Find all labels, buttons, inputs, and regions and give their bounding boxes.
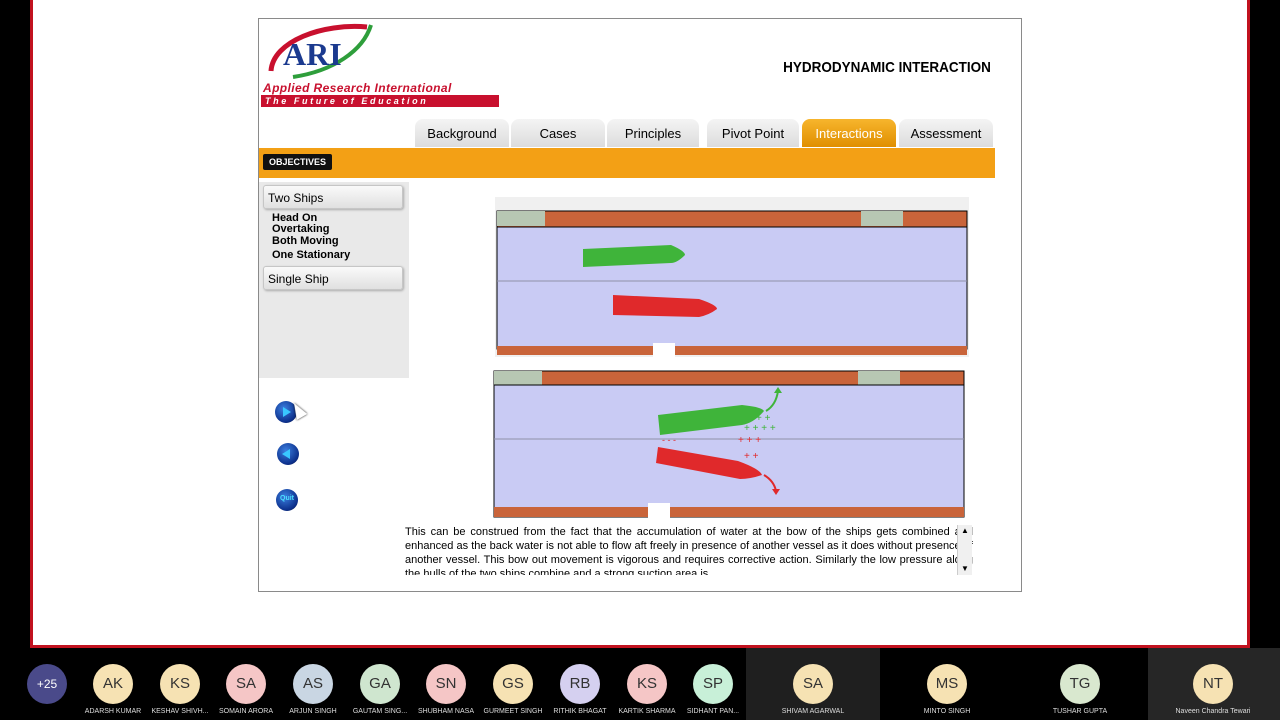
- participant-name: SHUBHAM NASA: [417, 708, 474, 715]
- logo-text: ARI: [283, 36, 342, 72]
- quit-label: Quit: [280, 495, 294, 502]
- participant-name: KESHAV SHIVH...: [151, 708, 209, 715]
- participant-avatar-large[interactable]: MS: [927, 664, 967, 704]
- participant-name: RITHIK BHAGAT: [553, 708, 607, 715]
- ari-logo-icon: ARI: [268, 23, 373, 79]
- tab-cases[interactable]: Cases: [511, 119, 605, 147]
- description-text: This can be construed from the fact that…: [405, 526, 973, 575]
- back-button[interactable]: [277, 443, 299, 465]
- scroll-down-icon[interactable]: ▼: [958, 563, 972, 575]
- logo-tagline: The Future of Education: [261, 95, 499, 107]
- tab-principles[interactable]: Principles: [607, 119, 699, 147]
- svg-text:+ + +: + + +: [738, 435, 761, 446]
- logo-subtitle: Applied Research International: [263, 81, 452, 95]
- scroll-up-icon[interactable]: ▲: [958, 525, 972, 537]
- participant-avatar[interactable]: KS: [160, 664, 200, 704]
- simulation-panel-top: [495, 197, 969, 357]
- participant-name: GURMEET SINGH: [483, 708, 543, 715]
- quit-button[interactable]: Quit: [276, 489, 298, 511]
- participant-name: KARTIK SHARMA: [618, 708, 676, 715]
- objectives-button[interactable]: OBJECTIVES: [263, 154, 333, 170]
- sidebar-item-single-ship[interactable]: Single Ship: [263, 266, 403, 290]
- participant-avatar[interactable]: SA: [226, 664, 266, 704]
- ari-application-window: ARI Applied Research International The F…: [258, 18, 1022, 592]
- participant-avatar-large[interactable]: TG: [1060, 664, 1100, 704]
- back-icon: [282, 449, 290, 459]
- svg-text:+ + + +: + + + +: [744, 423, 776, 434]
- tab-interactions[interactable]: Interactions: [802, 119, 896, 147]
- more-participants-badge[interactable]: +25: [27, 664, 67, 704]
- participant-name: ARJUN SINGH: [289, 708, 337, 715]
- sidebar-subitem-overtaking[interactable]: Overtaking: [272, 223, 329, 235]
- participant-avatar[interactable]: SP: [693, 664, 733, 704]
- participant-avatar[interactable]: GA: [360, 664, 400, 704]
- participant-avatar[interactable]: SN: [426, 664, 466, 704]
- participant-avatar[interactable]: GS: [493, 664, 533, 704]
- participant-name: GAUTAM SING...: [352, 708, 408, 715]
- svg-text:+ +: + +: [744, 451, 759, 462]
- participant-name-large: MINTO SINGH: [923, 708, 971, 715]
- participant-name: SOMAIN ARORA: [218, 708, 274, 715]
- participant-name-large: SHIVAM AGARWAL: [781, 708, 845, 715]
- participant-avatar-large[interactable]: SA: [793, 664, 833, 704]
- participant-avatar[interactable]: AK: [93, 664, 133, 704]
- tab-background[interactable]: Background: [415, 119, 509, 147]
- participant-avatar[interactable]: KS: [627, 664, 667, 704]
- sidebar-item-two-ships[interactable]: Two Ships: [263, 185, 403, 209]
- participant-name: ADARSH KUMAR: [84, 708, 142, 715]
- tab-pivot-point[interactable]: Pivot Point: [707, 119, 799, 147]
- participant-avatar[interactable]: RB: [560, 664, 600, 704]
- page-title: HYDRODYNAMIC INTERACTION: [783, 59, 991, 76]
- participant-name: SIDHANT PAN...: [686, 708, 740, 715]
- svg-text:- - -: - - -: [662, 435, 676, 445]
- participant-avatar-large[interactable]: NT: [1193, 664, 1233, 704]
- participant-name-large: TUSHAR GUPTA: [1052, 708, 1108, 715]
- participant-name-large: Naveen Chandra Tewari: [1175, 708, 1251, 715]
- simulation-panel-bottom: + ++ + + + + + ++ + - - -: [493, 370, 965, 519]
- sidebar-subitem-both-moving[interactable]: Both Moving: [272, 235, 339, 247]
- sidebar-panel: Two Ships Head On Overtaking Both Moving…: [259, 182, 409, 378]
- sidebar-subitem-one-stationary[interactable]: One Stationary: [272, 249, 350, 261]
- description-scrollbar[interactable]: ▲ ▼: [957, 525, 972, 575]
- negative-pressure-marks: - - -: [662, 435, 676, 445]
- tab-assessment[interactable]: Assessment: [899, 119, 993, 147]
- participant-avatar[interactable]: AS: [293, 664, 333, 704]
- objectives-bar: OBJECTIVES: [259, 148, 995, 178]
